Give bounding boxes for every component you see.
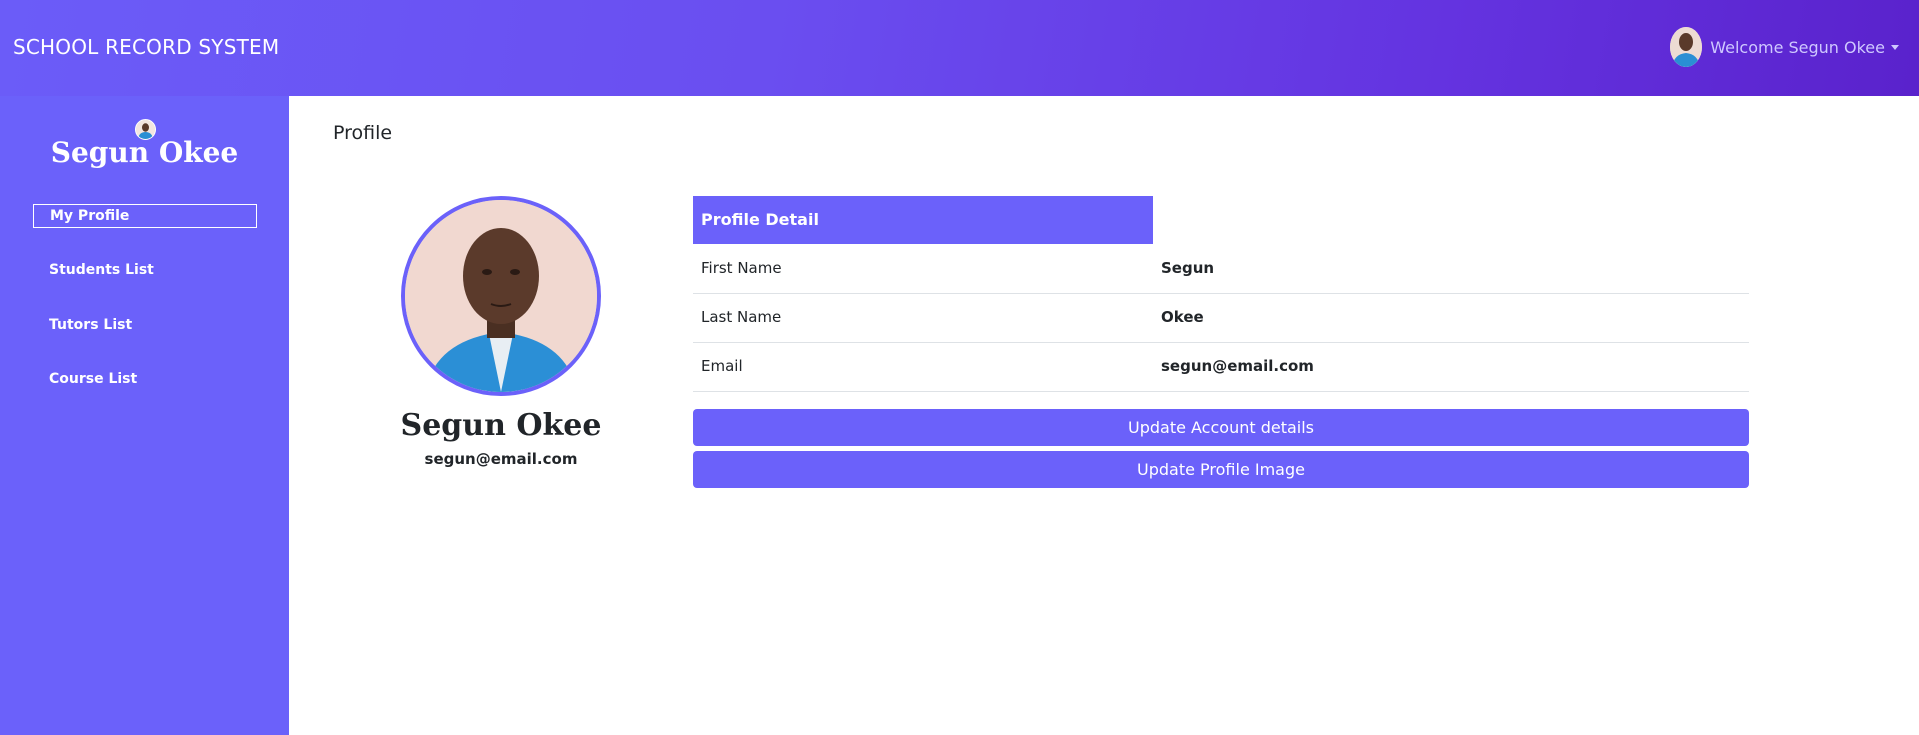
chevron-down-icon [1891, 44, 1899, 50]
update-account-button[interactable]: Update Account details [693, 409, 1749, 446]
sidebar-item-tutors-list[interactable]: Tutors List [33, 314, 257, 338]
table-row: First Name Segun [693, 245, 1749, 294]
brand-title[interactable]: SCHOOL RECORD SYSTEM [13, 35, 279, 59]
user-avatar-icon [1670, 27, 1703, 67]
row-label: First Name [701, 259, 782, 277]
row-value: Okee [1161, 308, 1204, 326]
sidebar-item-students-list[interactable]: Students List [33, 259, 257, 283]
welcome-text: Welcome Segun Okee [1710, 37, 1885, 57]
profile-detail-header: Profile Detail [693, 196, 1153, 244]
row-label: Last Name [701, 308, 782, 326]
row-value: segun@email.com [1161, 357, 1314, 375]
sidebar-item-my-profile[interactable]: My Profile [33, 204, 257, 228]
page-title: Profile [333, 122, 393, 144]
top-navbar: SCHOOL RECORD SYSTEM Welcome Segun Okee [0, 0, 1919, 96]
profile-email: segun@email.com [424, 450, 578, 468]
sidebar-item-course-list[interactable]: Course List [33, 368, 257, 392]
sidebar-user-name: Segun Okee [50, 136, 239, 169]
user-menu-dropdown[interactable]: Welcome Segun Okee [1670, 27, 1899, 67]
sidebar: Segun Okee My Profile Students List Tuto… [0, 96, 289, 735]
profile-name: Segun Okee [400, 408, 602, 443]
row-value: Segun [1161, 259, 1215, 277]
table-row: Last Name Okee [693, 294, 1749, 343]
profile-photo [401, 196, 601, 396]
row-label: Email [701, 357, 743, 375]
table-row: Email segun@email.com [693, 343, 1749, 392]
update-profile-image-button[interactable]: Update Profile Image [693, 451, 1749, 488]
